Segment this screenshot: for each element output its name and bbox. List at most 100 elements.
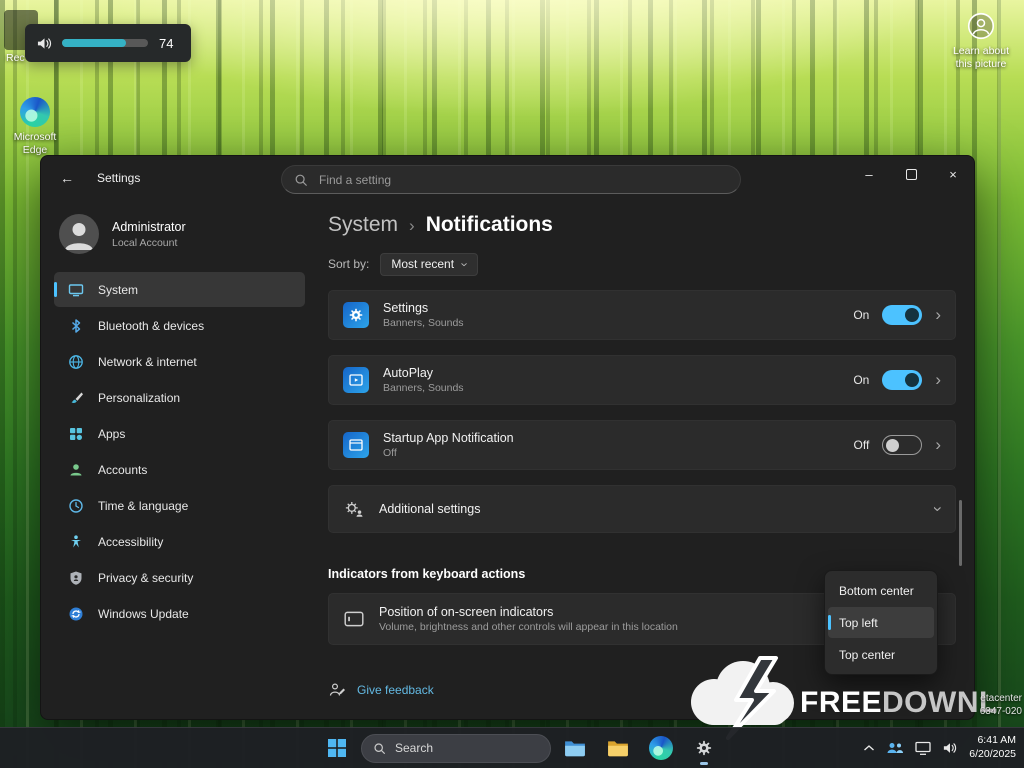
gear-people-icon — [343, 498, 365, 520]
sidebar-item-system[interactable]: System — [54, 272, 305, 307]
flyout-item-top-left[interactable]: Top left — [828, 607, 934, 638]
start-button[interactable] — [318, 730, 356, 766]
search-icon — [294, 173, 308, 187]
minimize-button[interactable]: – — [848, 156, 890, 192]
edge-icon — [20, 97, 50, 127]
card-subtitle: Off — [383, 447, 514, 459]
people-icon — [886, 741, 904, 755]
volume-slider-fill — [62, 39, 126, 47]
additional-settings-row[interactable]: Additional settings › — [328, 485, 956, 533]
chevron-up-icon — [863, 744, 875, 752]
tray-people[interactable] — [886, 741, 904, 755]
scrollbar[interactable] — [959, 500, 962, 566]
clock-time: 6:41 AM — [969, 734, 1016, 748]
apps-grid-icon — [68, 426, 84, 442]
gear-icon — [695, 739, 713, 757]
maximize-button[interactable] — [890, 156, 932, 192]
avatar — [59, 214, 99, 254]
card-title: AutoPlay — [383, 366, 464, 380]
sidebar-item-time-language[interactable]: Time & language — [54, 488, 305, 523]
edition-watermark-text: etacenter 6347-020 — [980, 692, 1022, 718]
notification-card-settings[interactable]: Settings Banners, Sounds On › — [328, 290, 956, 340]
feedback-person-icon — [328, 681, 346, 699]
chevron-right-icon: › — [935, 305, 941, 325]
sidebar-item-label: Network & internet — [98, 355, 197, 369]
back-button[interactable]: ← — [51, 164, 83, 192]
bluetooth-icon — [68, 318, 84, 334]
volume-value: 74 — [159, 36, 173, 51]
sidebar-item-accessibility[interactable]: Accessibility — [54, 524, 305, 559]
edge-icon — [649, 736, 673, 760]
chevron-down-icon: › — [928, 506, 948, 512]
account-name: Administrator — [112, 220, 186, 234]
chevron-down-icon: › — [458, 262, 473, 266]
settings-app-button[interactable] — [685, 730, 723, 766]
card-subtitle: Banners, Sounds — [383, 382, 464, 394]
sidebar-item-privacy[interactable]: Privacy & security — [54, 560, 305, 595]
sidebar-item-label: Personalization — [98, 391, 180, 405]
settings-notifications-toggle[interactable] — [882, 305, 922, 325]
sidebar-item-network[interactable]: Network & internet — [54, 344, 305, 379]
tray-display[interactable] — [915, 741, 931, 756]
flyout-item-bottom-center[interactable]: Bottom center — [828, 575, 934, 606]
folder-icon — [607, 738, 629, 758]
tray-volume[interactable] — [942, 741, 958, 755]
sidebar: Administrator Local Account System Bluet… — [41, 202, 318, 719]
recycle-bin-label: Rec — [6, 52, 25, 64]
globe-icon — [68, 354, 84, 370]
notification-card-startup[interactable]: Startup App Notification Off Off › — [328, 420, 956, 470]
sidebar-item-windows-update[interactable]: Windows Update — [54, 596, 305, 631]
taskbar-clock[interactable]: 6:41 AM 6/20/2025 — [969, 734, 1016, 761]
sidebar-item-label: Bluetooth & devices — [98, 319, 204, 333]
startup-notifications-toggle[interactable] — [882, 435, 922, 455]
tray-chevron-up[interactable] — [863, 744, 875, 752]
autoplay-notifications-toggle[interactable] — [882, 370, 922, 390]
additional-settings-label: Additional settings — [379, 502, 480, 516]
sort-row: Sort by: Most recent › — [328, 252, 966, 276]
sidebar-item-bluetooth[interactable]: Bluetooth & devices — [54, 308, 305, 343]
sidebar-item-apps[interactable]: Apps — [54, 416, 305, 451]
sidebar-item-label: Privacy & security — [98, 571, 193, 585]
notification-card-autoplay[interactable]: AutoPlay Banners, Sounds On › — [328, 355, 956, 405]
give-feedback-label: Give feedback — [357, 683, 434, 697]
edge-icon-label: Microsoft Edge — [6, 131, 64, 156]
chevron-right-icon: › — [409, 214, 415, 236]
taskbar: Search — [0, 727, 1024, 768]
clock-date: 6/20/2025 — [969, 748, 1016, 762]
accessibility-icon — [68, 534, 84, 550]
desktop-icon-edge[interactable]: Microsoft Edge — [6, 97, 64, 156]
startup-tile-icon — [343, 432, 369, 458]
volume-osd: 74 — [25, 24, 191, 62]
sidebar-item-personalization[interactable]: Personalization — [54, 380, 305, 415]
account-row[interactable]: Administrator Local Account — [59, 214, 318, 254]
taskbar-search-label: Search — [395, 741, 433, 755]
file-explorer-button[interactable] — [556, 730, 594, 766]
speaker-icon — [942, 741, 958, 755]
shield-icon — [68, 570, 84, 586]
search-input[interactable] — [317, 172, 728, 188]
window-title: Settings — [97, 171, 140, 185]
settings-search[interactable] — [281, 165, 741, 194]
breadcrumb: System › Notifications — [328, 210, 966, 240]
nav-list: System Bluetooth & devices Network & int… — [41, 272, 318, 631]
sort-dropdown[interactable]: Most recent › — [380, 253, 478, 276]
toggle-state-label: Off — [854, 438, 870, 452]
sidebar-item-label: Windows Update — [98, 607, 189, 621]
person-icon — [68, 462, 84, 478]
edge-button[interactable] — [642, 730, 680, 766]
taskbar-search[interactable]: Search — [361, 734, 551, 763]
volume-slider[interactable] — [62, 39, 148, 47]
titlebar: ← Settings – × — [41, 156, 974, 202]
sidebar-item-accounts[interactable]: Accounts — [54, 452, 305, 487]
autoplay-tile-icon — [343, 367, 369, 393]
card-subtitle: Banners, Sounds — [383, 317, 464, 329]
breadcrumb-system[interactable]: System — [328, 213, 398, 237]
folder-button[interactable] — [599, 730, 637, 766]
position-card-subtitle: Volume, brightness and other controls wi… — [379, 621, 678, 633]
card-title: Settings — [383, 301, 464, 315]
spotlight-learn-more[interactable]: Learn about this picture — [946, 12, 1016, 71]
close-button[interactable]: × — [932, 156, 974, 192]
chevron-right-icon: › — [935, 370, 941, 390]
sidebar-item-label: System — [98, 283, 138, 297]
file-explorer-icon — [564, 738, 586, 758]
